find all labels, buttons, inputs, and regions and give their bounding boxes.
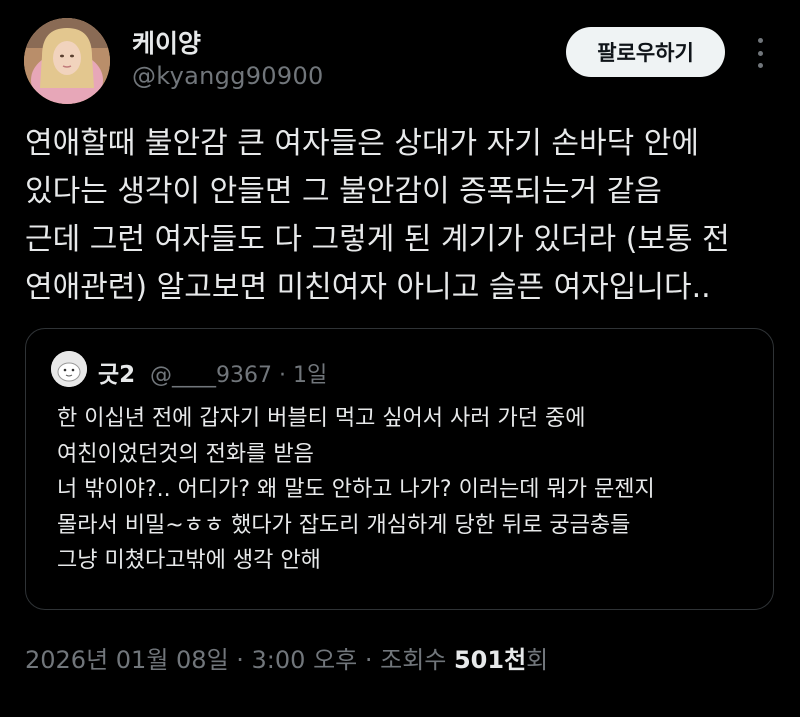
quoted-author-avatar: [51, 351, 87, 387]
quoted-text-line: 한 이십년 전에 갑자기 버블티 먹고 싶어서 사러 가던 중에: [57, 406, 586, 431]
author-handle[interactable]: @kyangg90900: [132, 62, 324, 90]
views-suffix: 회: [526, 646, 549, 674]
tweet-text-line: 연애할때 불안감 큰 여자들은 상대가 자기 손바닥 안에: [25, 126, 699, 161]
tweet-text-line: 연애관련) 알고보면 미친여자 아니고 슬픈 여자입니다..: [25, 270, 711, 305]
quoted-tweet-text: 한 이십년 전에 갑자기 버블티 먹고 싶어서 사러 가던 중에 여친이었던것의…: [57, 401, 757, 579]
quoted-tweet-card[interactable]: 긋2 @____9367 · 1일 한 이십년 전에 갑자기 버블티 먹고 싶어…: [25, 328, 774, 610]
tweet-meta: 2026년 01월 08일 · 3:00 오후 · 조회수 501천회: [25, 640, 548, 675]
quoted-author-handle-time: @____9367 · 1일: [150, 363, 328, 388]
author-display-name[interactable]: 케이양: [132, 24, 201, 60]
author-avatar[interactable]: [24, 18, 110, 104]
tweet-text: 연애할때 불안감 큰 여자들은 상대가 자기 손바닥 안에 있다는 생각이 안들…: [25, 120, 785, 312]
more-horizontal-icon[interactable]: [748, 38, 772, 68]
quoted-text-line: 여친이었던것의 전화를 받음: [57, 441, 314, 467]
quoted-author-display-name: 긋2: [98, 362, 136, 388]
quoted-text-line: 몰라서 비밀~ㅎㅎ 했다가 잡도리 개심하게 당한 뒤로 궁금충들: [57, 512, 631, 538]
follow-button[interactable]: 팔로우하기: [566, 27, 725, 77]
quoted-text-line: 그냥 미쳤다고밖에 생각 안해: [57, 548, 321, 573]
tweet-timestamp[interactable]: 2026년 01월 08일 · 3:00 오후 · 조회수: [25, 646, 454, 674]
quoted-text-line: 너 밖이야?.. 어디가? 왜 말도 안하고 나가? 이러는데 뭐가 문젠지: [57, 477, 655, 502]
tweet-text-line: 근데 그런 여자들도 다 그렇게 된 계기가 있더라 (보통 전: [25, 222, 730, 257]
tweet-text-line: 있다는 생각이 안들면 그 불안감이 증폭되는거 같음: [25, 174, 662, 209]
views-count[interactable]: 501천: [454, 646, 526, 674]
